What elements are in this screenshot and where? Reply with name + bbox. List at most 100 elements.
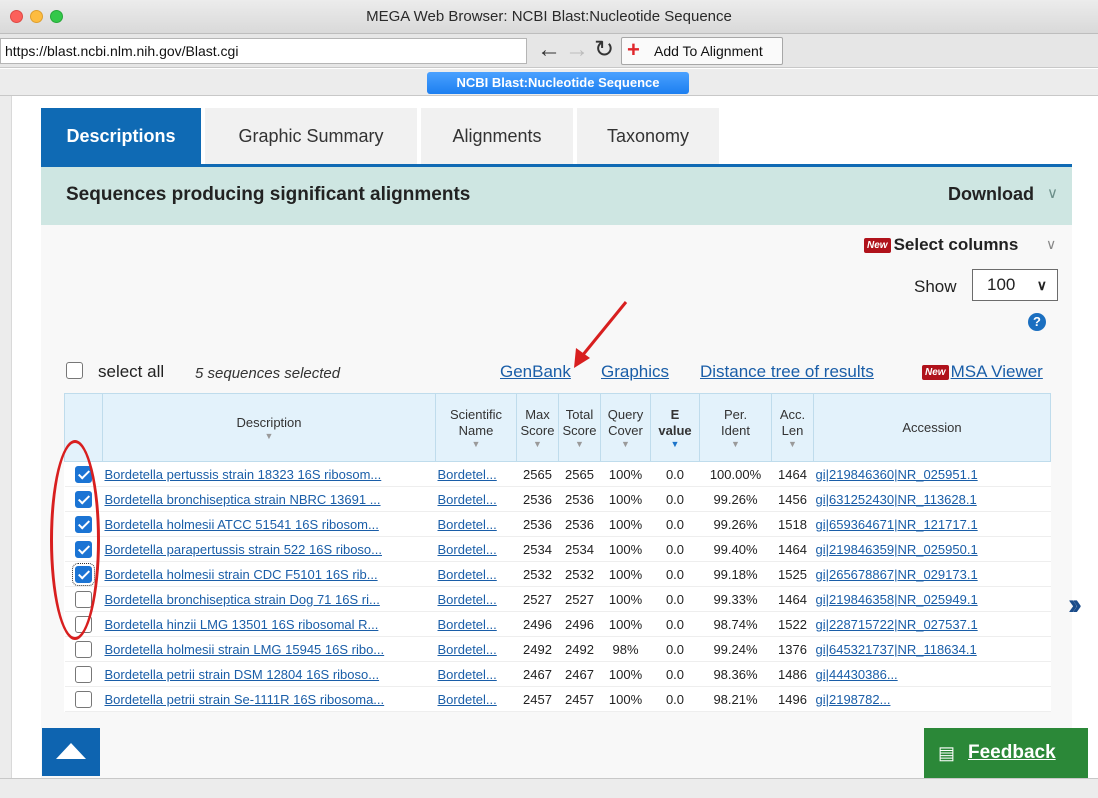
feedback-button[interactable]: ▤ Feedback (924, 728, 1088, 778)
scientific-name-link[interactable]: Bordetel... (438, 567, 497, 582)
cell-description[interactable]: Bordetella pertussis strain 18323 16S ri… (102, 461, 436, 487)
cell-description[interactable]: Bordetella holmesii strain CDC F5101 16S… (102, 561, 436, 587)
description-link[interactable]: Bordetella holmesii strain LMG 15945 16S… (105, 642, 385, 657)
show-count-select[interactable]: 100 ∨ (972, 269, 1058, 301)
scientific-name-link[interactable]: Bordetel... (438, 592, 497, 607)
col-scientific-name[interactable]: Scientific Name ▼ (435, 393, 517, 462)
chevron-down-icon[interactable]: ∨ (1046, 236, 1056, 253)
cell-accession[interactable]: gi|2198782... (813, 686, 1051, 712)
add-to-alignment-button[interactable]: + Add To Alignment (621, 37, 783, 65)
scroll-to-top-button[interactable] (42, 728, 100, 776)
graphics-link[interactable]: Graphics (601, 362, 669, 382)
cell-description[interactable]: Bordetella petrii strain Se-1111R 16S ri… (102, 686, 436, 712)
tab-taxonomy[interactable]: Taxonomy (577, 108, 719, 164)
cell-scientific-name[interactable]: Bordetel... (435, 536, 517, 562)
col-max-score[interactable]: Max Score ▼ (516, 393, 559, 462)
col-query-cover[interactable]: Query Cover ▼ (600, 393, 651, 462)
accession-link[interactable]: gi|219846359|NR_025950.1 (816, 542, 978, 557)
cell-accession[interactable]: gi|219846358|NR_025949.1 (813, 586, 1051, 612)
cell-accession[interactable]: gi|219846360|NR_025951.1 (813, 461, 1051, 487)
accession-link[interactable]: gi|228715722|NR_027537.1 (816, 617, 978, 632)
genbank-link[interactable]: GenBank (500, 362, 571, 382)
description-link[interactable]: Bordetella holmesii strain CDC F5101 16S… (105, 567, 378, 582)
cell-scientific-name[interactable]: Bordetel... (435, 586, 517, 612)
url-field[interactable]: https://blast.ncbi.nlm.nih.gov/Blast.cgi (0, 38, 527, 64)
scientific-name-link[interactable]: Bordetel... (438, 667, 497, 682)
row-checkbox[interactable] (75, 640, 92, 658)
cell-accession[interactable]: gi|44430386... (813, 661, 1051, 687)
col-accession[interactable]: Accession (813, 393, 1051, 462)
cell-accession[interactable]: gi|219846359|NR_025950.1 (813, 536, 1051, 562)
description-link[interactable]: Bordetella bronchiseptica strain NBRC 13… (105, 492, 381, 507)
row-checkbox[interactable] (75, 665, 92, 683)
accession-link[interactable]: gi|2198782... (816, 692, 891, 707)
scientific-name-link[interactable]: Bordetel... (438, 642, 497, 657)
cell-scientific-name[interactable]: Bordetel... (435, 461, 517, 487)
cell-accession[interactable]: gi|659364671|NR_121717.1 (813, 511, 1051, 537)
description-link[interactable]: Bordetella bronchiseptica strain Dog 71 … (105, 592, 380, 607)
scientific-name-link[interactable]: Bordetel... (438, 467, 497, 482)
cell-accession[interactable]: gi|228715722|NR_027537.1 (813, 611, 1051, 637)
cell-description[interactable]: Bordetella holmesii ATCC 51541 16S ribos… (102, 511, 436, 537)
reload-icon[interactable]: ↻ (594, 37, 614, 63)
scientific-name-link[interactable]: Bordetel... (438, 692, 497, 707)
back-arrow-icon[interactable]: ← (537, 37, 561, 63)
cell-description[interactable]: Bordetella bronchiseptica strain Dog 71 … (102, 586, 436, 612)
acc-len-value: 1518 (778, 516, 807, 532)
accession-link[interactable]: gi|631252430|NR_113628.1 (816, 492, 977, 507)
cell-scientific-name[interactable]: Bordetel... (435, 686, 517, 712)
cell-accession[interactable]: gi|631252430|NR_113628.1 (813, 486, 1051, 512)
description-link[interactable]: Bordetella holmesii ATCC 51541 16S ribos… (105, 517, 379, 532)
select-all-checkbox[interactable] (66, 362, 83, 379)
description-link[interactable]: Bordetella petrii strain DSM 12804 16S r… (105, 667, 380, 682)
forward-arrow-icon[interactable]: → (565, 37, 589, 63)
accession-link[interactable]: gi|659364671|NR_121717.1 (816, 517, 978, 532)
cell-description[interactable]: Bordetella hinzii LMG 13501 16S ribosoma… (102, 611, 436, 637)
description-link[interactable]: Bordetella hinzii LMG 13501 16S ribosoma… (105, 617, 379, 632)
tab-descriptions[interactable]: Descriptions (41, 108, 201, 164)
accession-link[interactable]: gi|265678867|NR_029173.1 (816, 567, 978, 582)
cell-accession[interactable]: gi|265678867|NR_029173.1 (813, 561, 1051, 587)
cell-description[interactable]: Bordetella bronchiseptica strain NBRC 13… (102, 486, 436, 512)
col-total-score[interactable]: Total Score ▼ (558, 393, 601, 462)
browser-tab[interactable]: NCBI Blast:Nucleotide Sequence (427, 72, 689, 94)
accession-link[interactable]: gi|219846358|NR_025949.1 (816, 592, 978, 607)
cell-scientific-name[interactable]: Bordetel... (435, 486, 517, 512)
cell-description[interactable]: Bordetella petrii strain DSM 12804 16S r… (102, 661, 436, 687)
description-link[interactable]: Bordetella parapertussis strain 522 16S … (105, 542, 383, 557)
query-cover-value: 100% (608, 591, 643, 607)
scientific-name-link[interactable]: Bordetel... (438, 492, 497, 507)
cell-scientific-name[interactable]: Bordetel... (435, 636, 517, 662)
scientific-name-link[interactable]: Bordetel... (438, 517, 497, 532)
cell-description[interactable]: Bordetella parapertussis strain 522 16S … (102, 536, 436, 562)
tab-graphic-summary[interactable]: Graphic Summary (205, 108, 417, 164)
select-columns-button[interactable]: New Select columns (864, 235, 1018, 255)
select-all-label[interactable]: select all (98, 362, 164, 382)
accession-link[interactable]: gi|219846360|NR_025951.1 (816, 467, 978, 482)
row-checkbox[interactable] (75, 690, 92, 708)
col-per-ident[interactable]: Per. Ident ▼ (699, 393, 772, 462)
cell-scientific-name[interactable]: Bordetel... (435, 611, 517, 637)
description-link[interactable]: Bordetella pertussis strain 18323 16S ri… (105, 467, 382, 482)
cell-scientific-name[interactable]: Bordetel... (435, 511, 517, 537)
double-chevron-right-icon[interactable]: ›› (1068, 588, 1082, 622)
cell-accession[interactable]: gi|645321737|NR_118634.1 (813, 636, 1051, 662)
col-evalue[interactable]: Evalue ▼ (650, 393, 700, 462)
col-description[interactable]: Description ▼ (102, 393, 436, 462)
scientific-name-link[interactable]: Bordetel... (438, 617, 497, 632)
cell-scientific-name[interactable]: Bordetel... (435, 561, 517, 587)
accession-link[interactable]: gi|645321737|NR_118634.1 (816, 642, 977, 657)
help-icon[interactable]: ? (1028, 313, 1046, 331)
msa-viewer-link[interactable]: New MSA Viewer (922, 362, 1043, 382)
scientific-name-link[interactable]: Bordetel... (438, 542, 497, 557)
col-acc-len[interactable]: Acc. Len ▼ (771, 393, 814, 462)
cell-scientific-name[interactable]: Bordetel... (435, 661, 517, 687)
cell-acc-len: 1496 (771, 686, 814, 712)
download-button[interactable]: Download (948, 184, 1034, 205)
description-link[interactable]: Bordetella petrii strain Se-1111R 16S ri… (105, 692, 385, 707)
accession-link[interactable]: gi|44430386... (816, 667, 898, 682)
cell-description[interactable]: Bordetella holmesii strain LMG 15945 16S… (102, 636, 436, 662)
tab-alignments[interactable]: Alignments (421, 108, 573, 164)
chevron-down-icon[interactable]: ∨ (1047, 184, 1058, 202)
distance-tree-link[interactable]: Distance tree of results (700, 362, 874, 382)
